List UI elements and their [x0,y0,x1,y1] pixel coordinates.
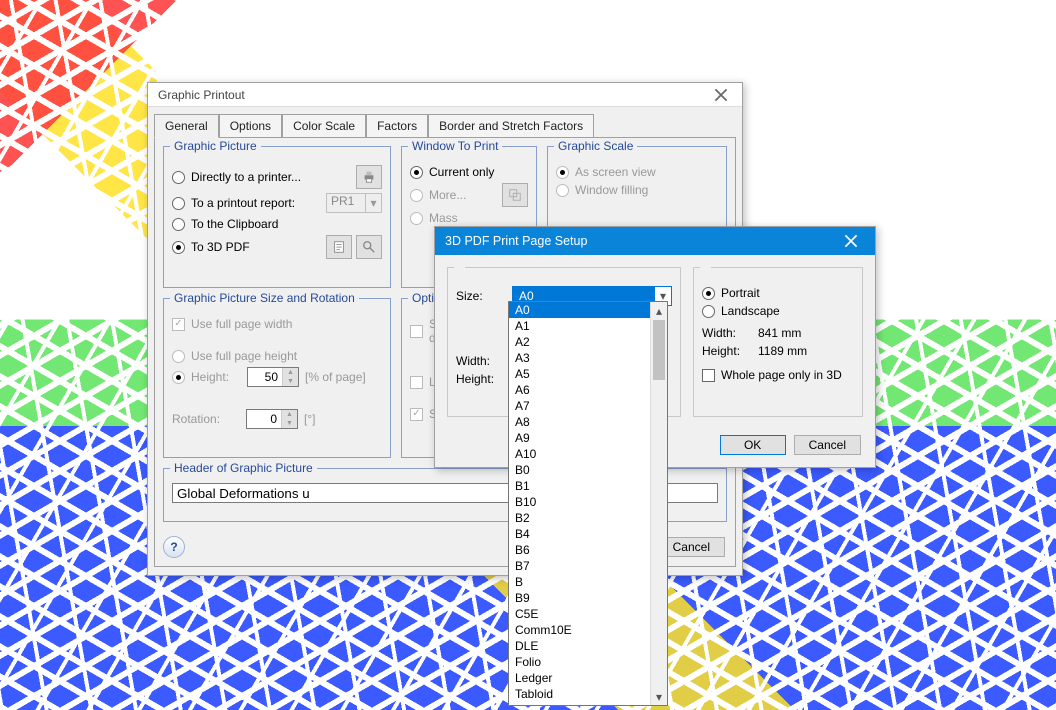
radio-row-mass[interactable]: Mass [410,211,528,225]
radio-row-3dpdf[interactable]: To 3D PDF [172,235,382,259]
scroll-down-icon[interactable]: ▾ [651,688,667,705]
titlebar[interactable]: Graphic Printout [148,83,742,107]
help-button[interactable]: ? [163,536,185,558]
chevron-down-icon[interactable]: ▾ [366,193,382,213]
dropdown-item[interactable]: Tabloid [509,686,667,702]
group-orientation: . Portrait Landscape Width: 841 mm Heigh… [693,267,863,417]
info-height-label: Height: [702,344,752,358]
dropdown-item[interactable]: A9 [509,430,667,446]
dropdown-item[interactable]: Ledger [509,670,667,686]
dropdown-item[interactable]: B10 [509,494,667,510]
dropdown-item[interactable]: B [509,574,667,590]
dropdown-item[interactable]: PowerPoint [509,702,667,706]
report-select[interactable]: PR1 [326,193,366,213]
scroll-up-icon[interactable]: ▴ [651,302,667,319]
close-button[interactable] [706,85,736,105]
radio-row-portrait[interactable]: Portrait [702,286,854,300]
height-label: Height: [456,372,506,386]
chk-row-full-width[interactable]: Use full page width [172,317,382,331]
rotation-row: Rotation: ▲▼ [°] [172,409,382,429]
window-title: Graphic Printout [158,88,245,102]
chevron-up-icon[interactable]: ▲ [282,368,298,377]
chk-row-full-height[interactable]: Use full page height [172,349,382,363]
close-button[interactable] [831,227,871,255]
dropdown-item[interactable]: DLE [509,638,667,654]
page-setup-button[interactable] [326,235,352,259]
radio-row-more[interactable]: More... [410,183,528,207]
radio-row-current[interactable]: Current only [410,165,528,179]
info-width-value: 841 mm [758,326,801,340]
dropdown-item[interactable]: B9 [509,590,667,606]
group-label: Graphic Scale [554,139,637,153]
titlebar[interactable]: 3D PDF Print Page Setup [435,227,875,255]
group-label: Graphic Picture [170,139,261,153]
group-graphic-picture: Graphic Picture Directly to a printer...… [163,146,391,288]
dropdown-item[interactable]: A7 [509,398,667,414]
dropdown-item[interactable]: A3 [509,350,667,366]
height-row: Height: ▲▼ [% of page] [172,367,382,387]
tab-factors[interactable]: Factors [366,114,428,138]
chevron-up-icon[interactable]: ▲ [281,410,297,419]
dropdown-item[interactable]: A2 [509,334,667,350]
tab-color-scale[interactable]: Color Scale [282,114,366,138]
dropdown-item[interactable]: A10 [509,446,667,462]
radio-row-screen[interactable]: As screen view [556,165,718,179]
group-size-rotation: Graphic Picture Size and Rotation Use fu… [163,298,391,458]
radio-row-printer[interactable]: Directly to a printer... [172,165,382,189]
radio-row-clipboard[interactable]: To the Clipboard [172,217,382,231]
size-dropdown-list[interactable]: A0A1A2A3A5A6A7A8A9A10B0B1B10B2B4B6B7BB9C… [508,301,668,706]
info-width-label: Width: [702,326,752,340]
group-label: Window To Print [408,139,502,153]
chevron-down-icon[interactable]: ▼ [282,377,298,386]
width-label: Width: [456,354,506,368]
chevron-down-icon[interactable]: ▼ [281,419,297,428]
dropdown-item[interactable]: A8 [509,414,667,430]
close-icon [714,88,728,102]
tab-options[interactable]: Options [219,114,282,138]
cascade-icon [508,188,522,202]
printer-settings-button[interactable] [356,165,382,189]
chk-row-whole-page-3d[interactable]: Whole page only in 3D [702,368,854,382]
preview-button[interactable] [356,235,382,259]
dropdown-item[interactable]: Comm10E [509,622,667,638]
dropdown-item[interactable]: B6 [509,542,667,558]
magnifier-icon [362,240,376,254]
dropdown-item[interactable]: A5 [509,366,667,382]
tab-border-stretch[interactable]: Border and Stretch Factors [428,114,594,138]
radio-row-report[interactable]: To a printout report: PR1 ▾ [172,193,382,213]
dropdown-item[interactable]: A0 [509,302,667,318]
dropdown-item[interactable]: A1 [509,318,667,334]
printer-icon [362,170,376,184]
dropdown-item[interactable]: B2 [509,510,667,526]
size-label: Size: [456,289,506,303]
info-height-value: 1189 mm [758,344,807,358]
tab-general[interactable]: General [154,114,219,138]
window-title: 3D PDF Print Page Setup [445,234,587,248]
dropdown-item[interactable]: B7 [509,558,667,574]
dropdown-item[interactable]: B4 [509,526,667,542]
cancel-button[interactable]: Cancel [794,435,861,455]
ok-button[interactable]: OK [720,435,786,455]
group-label: Graphic Picture Size and Rotation [170,291,359,305]
page-icon [332,240,346,254]
dropdown-item[interactable]: A6 [509,382,667,398]
close-icon [844,234,858,248]
radio-row-fill[interactable]: Window filling [556,183,718,197]
dropdown-item[interactable]: C5E [509,606,667,622]
radio-row-landscape[interactable]: Landscape [702,304,854,318]
scrollbar[interactable]: ▴ ▾ [650,302,667,705]
dropdown-item[interactable]: B0 [509,462,667,478]
more-windows-button[interactable] [502,183,528,207]
tab-strip: General Options Color Scale Factors Bord… [154,113,736,137]
dropdown-item[interactable]: Folio [509,654,667,670]
scroll-thumb[interactable] [653,320,665,380]
dropdown-item[interactable]: B1 [509,478,667,494]
group-label: Header of Graphic Picture [170,461,317,475]
height-spinner[interactable]: ▲▼ [247,367,299,387]
rotation-spinner[interactable]: ▲▼ [246,409,298,429]
